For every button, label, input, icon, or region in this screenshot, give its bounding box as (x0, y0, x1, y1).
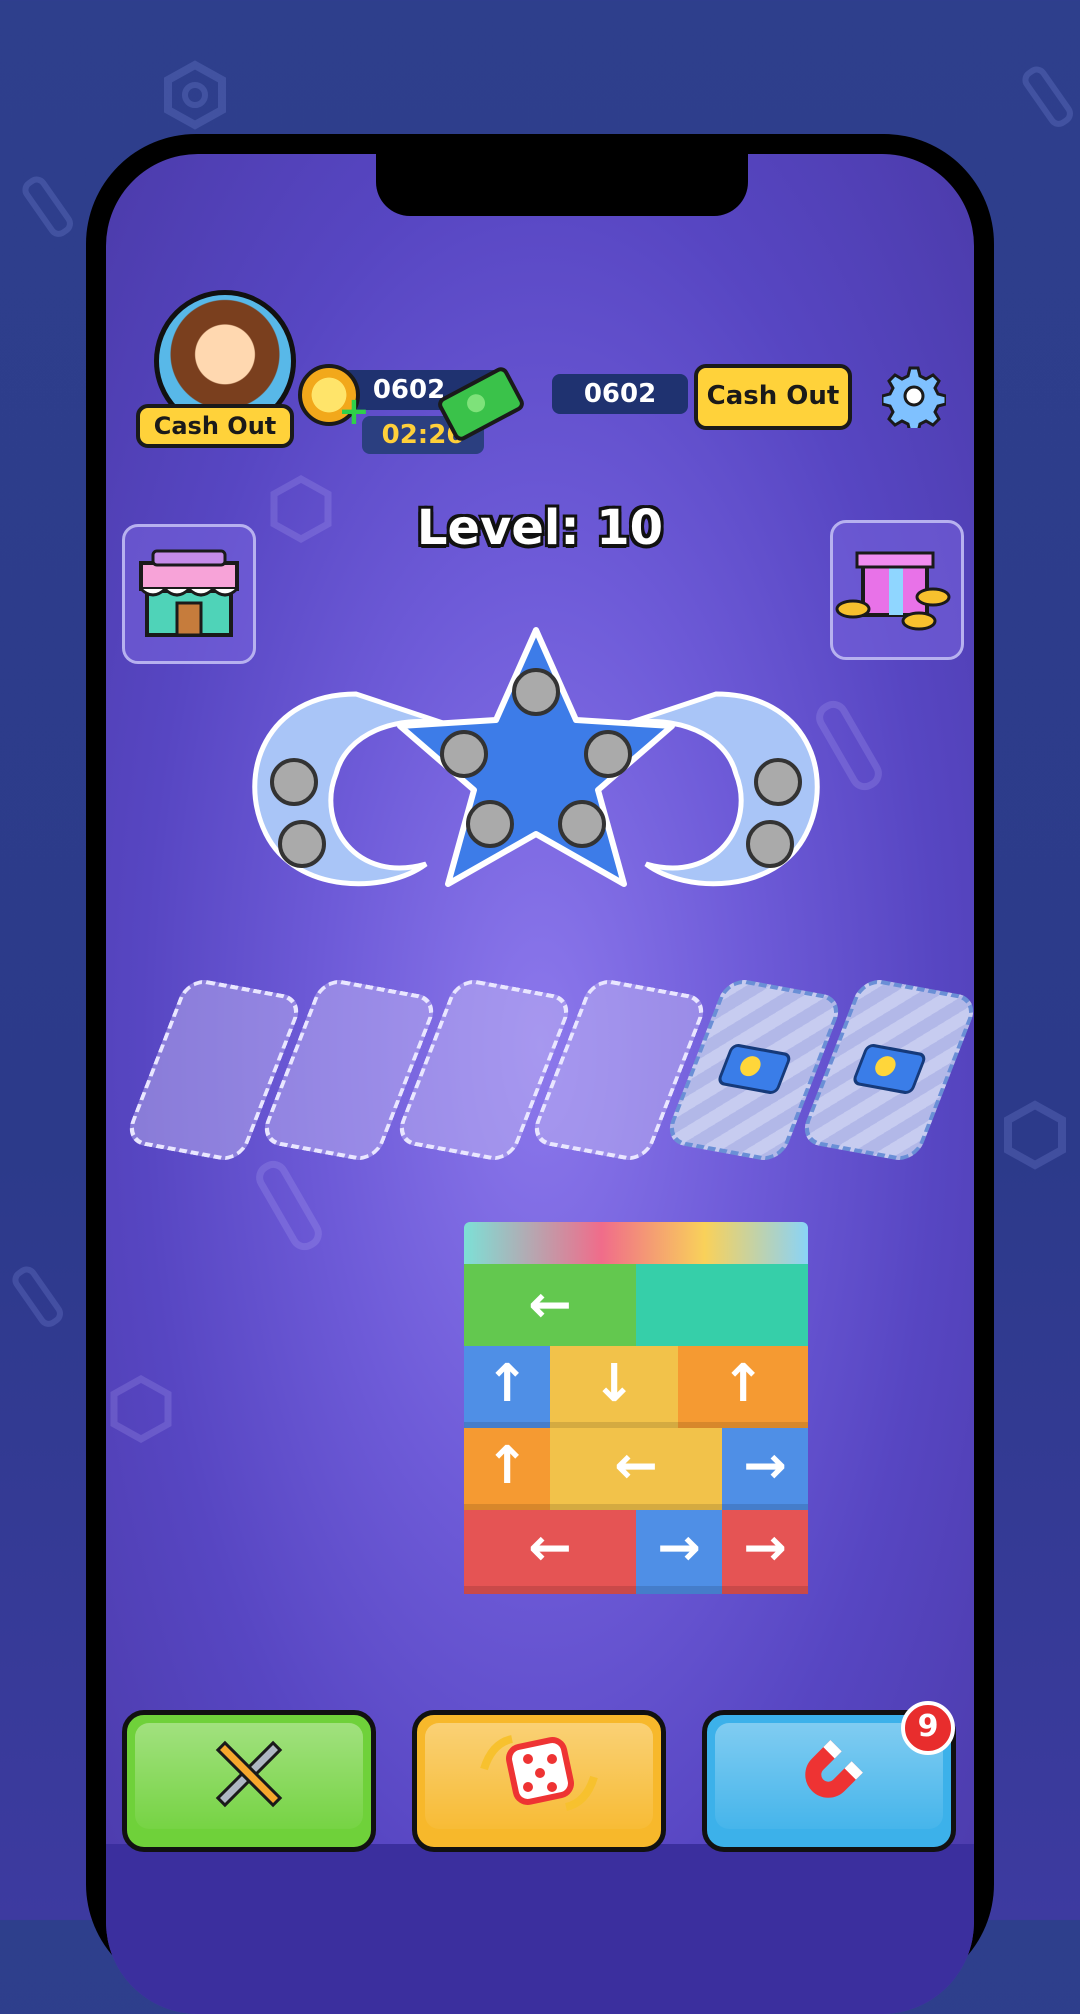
screw-icon (256, 1160, 322, 1251)
play-icon (872, 1054, 899, 1078)
play-icon (737, 1054, 764, 1078)
arrow-block[interactable]: ↑ (464, 1346, 550, 1430)
stack-top (464, 1222, 808, 1264)
arrow-block[interactable]: ↑ (464, 1428, 550, 1512)
bottom-bar-bg (106, 1844, 974, 2014)
shop-icon (139, 549, 239, 637)
magnet-booster-button[interactable]: 9 (702, 1701, 956, 1852)
booster-count-badge: 9 (901, 1701, 955, 1755)
screw-hole (466, 800, 514, 848)
screw-hole (746, 820, 794, 868)
phone-notch (376, 154, 748, 216)
avatar-cash-out-button[interactable]: Cash Out (136, 404, 294, 448)
screw-hole (584, 730, 632, 778)
shuffle-booster-button[interactable] (412, 1710, 666, 1852)
puzzle-board[interactable] (236, 594, 836, 934)
screw-hole (558, 800, 606, 848)
arrow-block[interactable]: ↓ (550, 1346, 678, 1430)
screw-hole (754, 758, 802, 806)
bolt-icon (164, 60, 226, 130)
arrow-block[interactable]: ← (550, 1428, 722, 1512)
arrow-block[interactable]: ← (464, 1264, 636, 1354)
phone-frame: Cash Out 0602 02:26 + 0602 Cash Out Leve… (86, 134, 994, 2014)
screw-hole (512, 668, 560, 716)
gift-button[interactable] (830, 520, 964, 660)
tools-icon (204, 1729, 294, 1823)
gift-icon (835, 551, 951, 631)
arrow-block[interactable]: ↑ (678, 1346, 808, 1430)
magnet-icon (784, 1729, 874, 1823)
arrow-block[interactable] (636, 1264, 808, 1354)
cash-counter: 0602 (552, 374, 688, 414)
video-icon (851, 1042, 928, 1096)
arrow-block[interactable]: → (722, 1428, 808, 1512)
video-icon (716, 1042, 793, 1096)
screw-hole (278, 820, 326, 868)
arrow-block[interactable]: → (722, 1510, 808, 1594)
tools-booster-button[interactable] (122, 1710, 376, 1852)
cash-out-button[interactable]: Cash Out (694, 364, 852, 430)
booster-face (425, 1723, 653, 1829)
booster-face (135, 1723, 363, 1829)
game-screen: Cash Out 0602 02:26 + 0602 Cash Out Leve… (106, 154, 974, 2014)
arrow-block[interactable]: ← (464, 1510, 636, 1594)
dice-icon (474, 1729, 604, 1823)
arrow-block[interactable]: → (636, 1510, 722, 1594)
screw-hole (270, 758, 318, 806)
screw-icon (1022, 66, 1073, 127)
gear-icon[interactable] (882, 364, 946, 428)
bolt-icon (1004, 1100, 1066, 1170)
bolt-icon (110, 1374, 172, 1444)
add-coins-icon[interactable]: + (338, 392, 370, 430)
screw-hole (440, 730, 488, 778)
player-profile[interactable]: Cash Out (136, 290, 296, 450)
screw-icon (12, 1266, 63, 1327)
screw-icon (22, 176, 73, 237)
block-stack: ← ↑ ↓ ↑ ↑ ← → ← → → (464, 1222, 808, 1594)
